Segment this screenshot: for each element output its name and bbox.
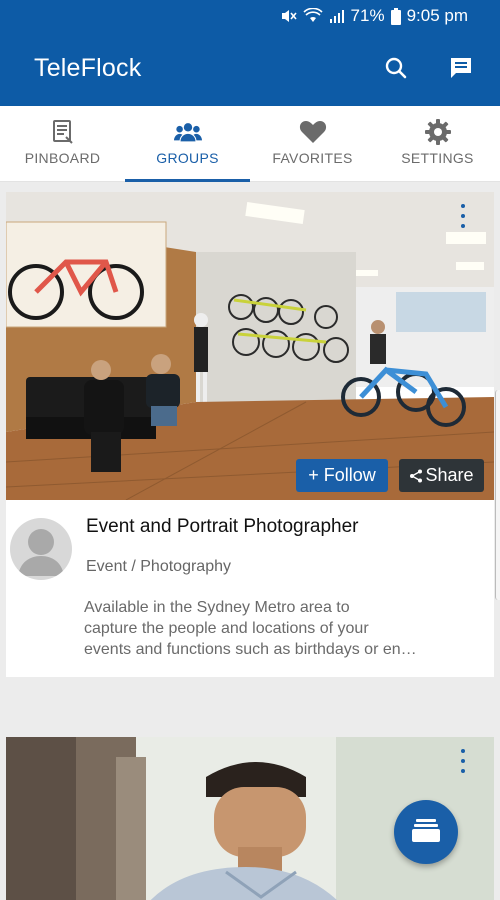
- app-bar: TeleFlock: [0, 34, 500, 106]
- app-title: TeleFlock: [34, 54, 142, 82]
- menu-dot: [461, 224, 465, 228]
- tab-bar: PINBOARD GROUPS FAVORITES SETTINGS: [0, 106, 500, 182]
- menu-dot: [461, 214, 465, 218]
- mute-icon: [279, 8, 297, 24]
- description-line: events and functions such as birthdays o…: [84, 641, 417, 658]
- menu-dot: [461, 769, 465, 773]
- description-line: Available in the Sydney Metro area to: [84, 599, 350, 616]
- wifi-icon: [302, 8, 323, 24]
- tab-groups[interactable]: GROUPS: [125, 106, 250, 182]
- avatar: [10, 518, 72, 580]
- create-group-fab[interactable]: [394, 800, 458, 864]
- tab-label: FAVORITES: [272, 150, 353, 166]
- battery-icon: [390, 7, 401, 25]
- pinboard-icon: [49, 118, 77, 146]
- group-feed[interactable]: + Follow Share Event and Portrait Photog…: [0, 182, 500, 900]
- menu-dot: [461, 749, 465, 753]
- tab-label: GROUPS: [156, 150, 219, 166]
- status-bar: 71% 9:05 pm: [0, 0, 500, 34]
- chat-icon: [448, 55, 474, 86]
- follow-button[interactable]: + Follow: [296, 459, 388, 492]
- description-line: capture the people and locations of your: [84, 620, 369, 637]
- signal-icon: [329, 8, 345, 24]
- search-button[interactable]: [378, 52, 414, 88]
- share-icon: [409, 469, 423, 483]
- card-menu-button[interactable]: [454, 204, 472, 228]
- chat-button[interactable]: [443, 52, 479, 88]
- tab-settings[interactable]: SETTINGS: [375, 106, 500, 182]
- card-title[interactable]: Event and Portrait Photographer: [86, 516, 359, 538]
- card-description: Available in the Sydney Metro area to ca…: [84, 597, 488, 660]
- groups-icon: [173, 118, 202, 146]
- share-label: Share: [425, 465, 474, 485]
- share-button[interactable]: Share: [399, 459, 484, 492]
- tab-pinboard[interactable]: PINBOARD: [0, 106, 125, 182]
- stack-icon: [412, 817, 440, 848]
- search-icon: [384, 56, 408, 85]
- edge-panel-handle[interactable]: [495, 390, 500, 600]
- menu-dot: [461, 204, 465, 208]
- card-photo-bike-shop[interactable]: + Follow Share: [6, 192, 494, 500]
- clock: 9:05 pm: [406, 6, 468, 25]
- battery-percent: 71%: [350, 6, 385, 25]
- tab-favorites[interactable]: FAVORITES: [250, 106, 375, 182]
- menu-dot: [461, 759, 465, 763]
- group-card[interactable]: + Follow Share Event and Portrait Photog…: [6, 192, 494, 677]
- gear-icon: [424, 118, 452, 146]
- card-menu-button[interactable]: [454, 749, 472, 773]
- tab-label: PINBOARD: [24, 150, 101, 166]
- tab-label: SETTINGS: [401, 150, 474, 166]
- card-category: Event / Photography: [86, 558, 231, 575]
- heart-icon: [299, 118, 327, 146]
